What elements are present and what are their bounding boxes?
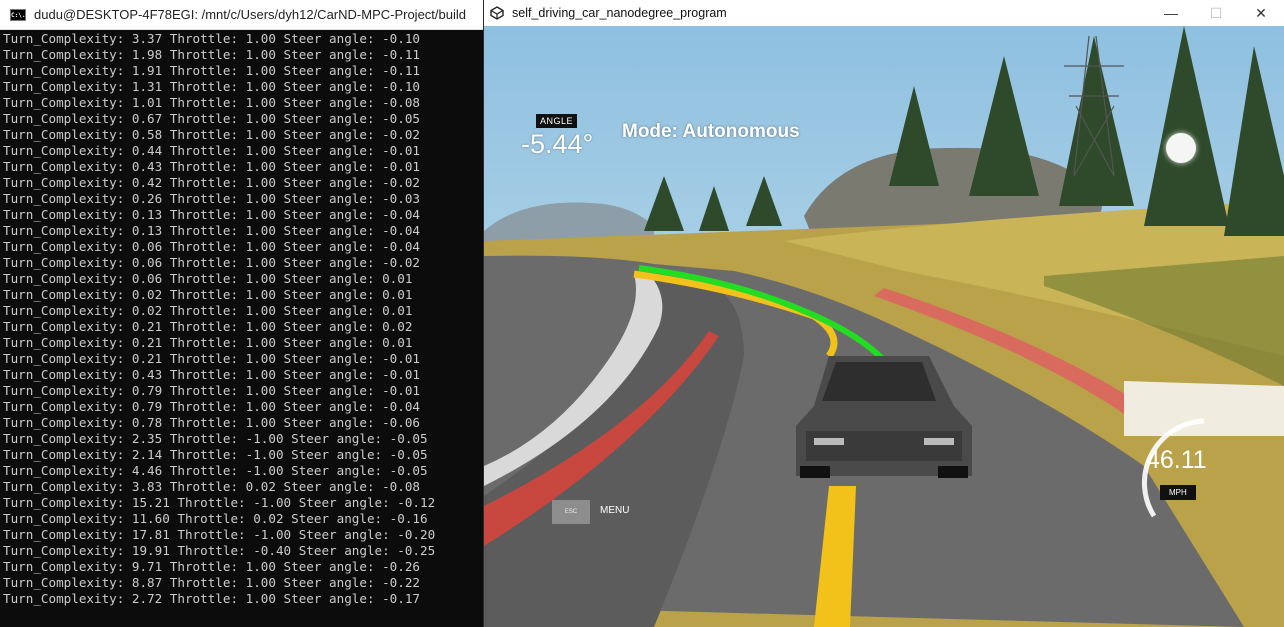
speed-value: 46.11 [1146,446,1207,474]
terminal-line: Turn_Complexity: 3.83 Throttle: 0.02 Ste… [3,479,421,494]
driving-mode-label: Mode: Autonomous [622,121,800,142]
esc-menu-button[interactable]: ESC [552,500,590,524]
terminal-line: Turn_Complexity: 0.21 Throttle: 1.00 Ste… [3,335,413,350]
terminal-line: Turn_Complexity: 1.98 Throttle: 1.00 Ste… [3,47,421,62]
terminal-line: Turn_Complexity: 0.43 Throttle: 1.00 Ste… [3,159,421,174]
terminal-line: Turn_Complexity: 4.46 Throttle: -1.00 St… [3,463,428,478]
angle-label: ANGLE [536,114,578,128]
simulator-title: self_driving_car_nanodegree_program [512,6,727,20]
unity-icon [490,6,504,20]
terminal-line: Turn_Complexity: 0.06 Throttle: 1.00 Ste… [3,255,421,270]
terminal-line: Turn_Complexity: 19.91 Throttle: -0.40 S… [3,543,436,558]
terminal-line: Turn_Complexity: 0.78 Throttle: 1.00 Ste… [3,415,421,430]
terminal-titlebar[interactable]: C:\. dudu@DESKTOP-4F78EGI: /mnt/c/Users/… [0,0,483,30]
terminal-line: Turn_Complexity: 1.91 Throttle: 1.00 Ste… [3,63,421,78]
record-button[interactable] [1166,133,1196,163]
terminal-line: Turn_Complexity: 9.71 Throttle: 1.00 Ste… [3,559,421,574]
terminal-line: Turn_Complexity: 0.13 Throttle: 1.00 Ste… [3,223,421,238]
simulator-titlebar[interactable]: self_driving_car_nanodegree_program — ☐ … [484,0,1284,26]
terminal-line: Turn_Complexity: 0.67 Throttle: 1.00 Ste… [3,111,421,126]
terminal-line: Turn_Complexity: 8.87 Throttle: 1.00 Ste… [3,575,421,590]
simulator-window[interactable]: self_driving_car_nanodegree_program — ☐ … [484,0,1284,627]
terminal-line: Turn_Complexity: 15.21 Throttle: -1.00 S… [3,495,436,510]
terminal-line: Turn_Complexity: 0.79 Throttle: 1.00 Ste… [3,399,421,414]
terminal-line: Turn_Complexity: 0.21 Throttle: 1.00 Ste… [3,351,421,366]
terminal-line: Turn_Complexity: 0.26 Throttle: 1.00 Ste… [3,191,421,206]
terminal-line: Turn_Complexity: 3.37 Throttle: 1.00 Ste… [3,31,421,46]
terminal-line: Turn_Complexity: 0.43 Throttle: 1.00 Ste… [3,367,421,382]
terminal-line: Turn_Complexity: 0.44 Throttle: 1.00 Ste… [3,143,421,158]
terminal-line: Turn_Complexity: 0.21 Throttle: 1.00 Ste… [3,319,413,334]
terminal-window[interactable]: C:\. dudu@DESKTOP-4F78EGI: /mnt/c/Users/… [0,0,484,627]
terminal-line: Turn_Complexity: 0.42 Throttle: 1.00 Ste… [3,175,421,190]
driving-scene [484,26,1284,627]
terminal-line: Turn_Complexity: 0.79 Throttle: 1.00 Ste… [3,383,421,398]
close-button[interactable]: ✕ [1238,0,1284,26]
terminal-line: Turn_Complexity: 2.35 Throttle: -1.00 St… [3,431,428,446]
steering-angle-value: -5.44° [521,129,594,159]
terminal-line: Turn_Complexity: 0.06 Throttle: 1.00 Ste… [3,239,421,254]
simulator-viewport[interactable]: ANGLE -5.44° Mode: Autonomous ESC MENU 4… [484,26,1284,627]
terminal-output[interactable]: Turn_Complexity: 3.37 Throttle: 1.00 Ste… [0,30,483,607]
terminal-line: Turn_Complexity: 11.60 Throttle: 0.02 St… [3,511,428,526]
terminal-line: Turn_Complexity: 1.01 Throttle: 1.00 Ste… [3,95,421,110]
terminal-line: Turn_Complexity: 0.13 Throttle: 1.00 Ste… [3,207,421,222]
maximize-button[interactable]: ☐ [1193,0,1239,26]
terminal-line: Turn_Complexity: 1.31 Throttle: 1.00 Ste… [3,79,421,94]
speed-unit-label: MPH [1160,485,1196,500]
terminal-line: Turn_Complexity: 2.14 Throttle: -1.00 St… [3,447,428,462]
terminal-line: Turn_Complexity: 17.81 Throttle: -1.00 S… [3,527,436,542]
terminal-title: dudu@DESKTOP-4F78EGI: /mnt/c/Users/dyh12… [34,7,466,22]
terminal-line: Turn_Complexity: 0.02 Throttle: 1.00 Ste… [3,303,413,318]
terminal-app-icon: C:\. [10,8,26,21]
terminal-line: Turn_Complexity: 0.02 Throttle: 1.00 Ste… [3,287,413,302]
minimize-button[interactable]: — [1148,0,1194,26]
terminal-line: Turn_Complexity: 0.58 Throttle: 1.00 Ste… [3,127,421,142]
menu-label: MENU [600,505,630,516]
terminal-line: Turn_Complexity: 2.72 Throttle: 1.00 Ste… [3,591,421,606]
barrier [1124,381,1284,436]
terminal-line: Turn_Complexity: 0.06 Throttle: 1.00 Ste… [3,271,413,286]
